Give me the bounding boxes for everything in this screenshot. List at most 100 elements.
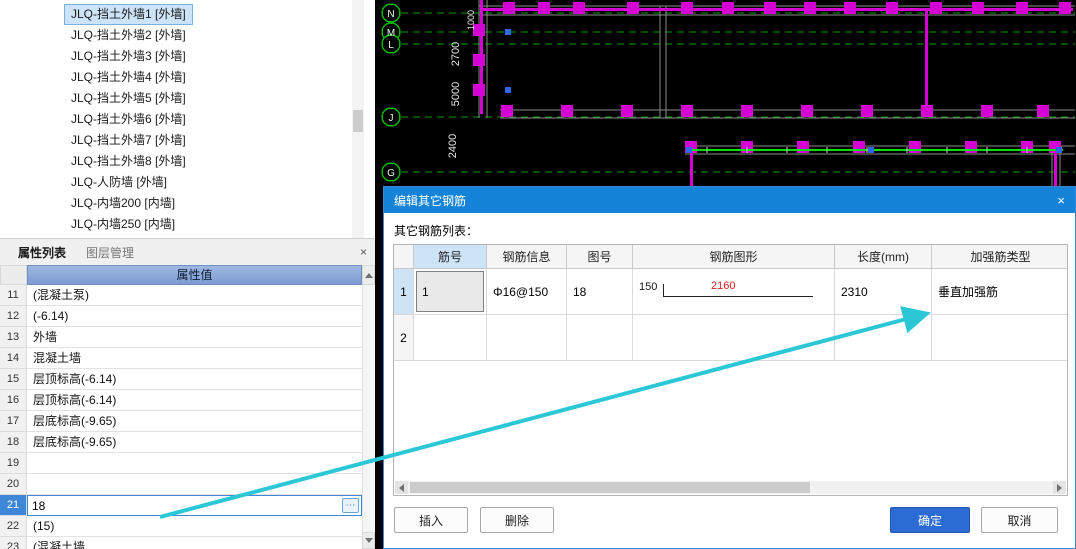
scroll-down-button[interactable] [362, 532, 375, 549]
row-number[interactable]: 11 [0, 285, 27, 306]
property-value-cell[interactable]: 层顶标高(-6.14) [27, 369, 362, 390]
property-row-16: 16 层顶标高(-6.14) [0, 390, 362, 411]
axis-label-j: J [389, 113, 394, 124]
tree-item-wall-4[interactable]: JLQ-挡土外墙4 [外墙] [64, 67, 193, 88]
row-number[interactable]: 18 [0, 432, 27, 453]
row-number[interactable]: 17 [0, 411, 27, 432]
property-value-cell[interactable]: (-6.14) [27, 306, 362, 327]
tree-item-wall-6[interactable]: JLQ-挡土外墙6 [外墙] [64, 109, 193, 130]
property-row-22: 22 (15) [0, 516, 362, 537]
dimension-1000: 1000 [466, 10, 476, 30]
rebar-list-label: 其它钢筋列表： [394, 224, 479, 238]
property-header-corner [0, 265, 27, 285]
tree-scrollbar-thumb[interactable] [353, 110, 363, 132]
tab-layer-management[interactable]: 图层管理 [76, 241, 144, 264]
scroll-left-button[interactable] [395, 481, 408, 494]
figure-no-cell[interactable] [567, 315, 633, 361]
property-row-18: 18 层底标高(-9.65) [0, 432, 362, 453]
reinforce-type-cell[interactable]: 垂直加强筋 [932, 269, 1067, 315]
row-number[interactable]: 15 [0, 369, 27, 390]
property-value-cell[interactable]: 混凝土墙 [27, 348, 362, 369]
bar-no-cell[interactable]: 1 [414, 269, 487, 315]
scroll-right-button[interactable] [1053, 481, 1066, 494]
col-header-bar-no[interactable]: 筋号 [414, 245, 487, 269]
bar-no-value[interactable]: 1 [416, 271, 484, 312]
property-rows: 11 (混凝土泵) 12 (-6.14) 13 外墙 14 混凝土墙 15 层顶… [0, 285, 362, 549]
col-header-rebar-info[interactable]: 钢筋信息 [487, 245, 567, 269]
row-number[interactable]: 16 [0, 390, 27, 411]
row-number[interactable]: 23 [0, 537, 27, 549]
row-selector[interactable]: 1 [394, 269, 414, 315]
ok-button[interactable]: 确定 [890, 507, 970, 533]
property-row-12: 12 (-6.14) [0, 306, 362, 327]
shape-tick-line [663, 284, 664, 296]
delete-button[interactable]: 删除 [480, 507, 554, 533]
col-header-reinforcement-type[interactable]: 加强筋类型 [932, 245, 1067, 269]
property-value-cell[interactable]: 层顶标高(-6.14) [27, 390, 362, 411]
tree-item-wall-9[interactable]: JLQ-人防墙 [外墙] [64, 172, 174, 193]
col-header-rebar-shape[interactable]: 钢筋图形 [633, 245, 835, 269]
property-row-21: 21 ⋯ [0, 495, 362, 516]
row-selector-header[interactable] [394, 245, 414, 269]
row-number-active[interactable]: 21 [0, 495, 27, 516]
property-row-20: 20 [0, 474, 362, 495]
tree-item-wall-8[interactable]: JLQ-挡土外墙8 [外墙] [64, 151, 193, 172]
rebar-info-cell[interactable]: Φ16@150 [487, 269, 567, 315]
horizontal-scrollbar[interactable] [395, 481, 1066, 494]
dimension-2400: 2400 [447, 134, 459, 158]
right-arrow-icon [1057, 483, 1062, 492]
property-value-cell[interactable]: (混凝土墙 [27, 537, 362, 549]
rebar-info-cell[interactable] [487, 315, 567, 361]
row-number[interactable]: 19 [0, 453, 27, 474]
row-number[interactable]: 20 [0, 474, 27, 495]
dialog-close-icon[interactable]: × [1057, 193, 1065, 208]
tree-item-wall-1[interactable]: JLQ-挡土外墙1 [外墙] [64, 4, 193, 25]
reinforce-type-cell[interactable] [932, 315, 1067, 361]
property-value-cell[interactable]: 层底标高(-9.65) [27, 411, 362, 432]
col-header-length[interactable]: 长度(mm) [835, 245, 932, 269]
dialog-title: 编辑其它钢筋 [394, 193, 467, 208]
property-row-17: 17 层底标高(-9.65) [0, 411, 362, 432]
property-value-cell[interactable] [27, 474, 362, 495]
up-arrow-icon [364, 272, 373, 278]
tree-item-wall-11[interactable]: JLQ-内墙250 [内墙] [64, 214, 182, 235]
tree-item-wall-7[interactable]: JLQ-挡土外墙7 [外墙] [64, 130, 193, 151]
row-selector[interactable]: 2 [394, 315, 414, 361]
tree-item-wall-5[interactable]: JLQ-挡土外墙5 [外墙] [64, 88, 193, 109]
scrollbar-thumb[interactable] [410, 482, 810, 493]
insert-button[interactable]: 插入 [394, 507, 468, 533]
tree-item-wall-2[interactable]: JLQ-挡土外墙2 [外墙] [64, 25, 193, 46]
length-cell[interactable]: 2310 [835, 269, 932, 315]
property-panel-close-icon[interactable]: × [360, 245, 367, 259]
length-cell[interactable] [835, 315, 932, 361]
row-number[interactable]: 14 [0, 348, 27, 369]
cancel-button[interactable]: 取消 [981, 507, 1058, 533]
tree-scrollbar[interactable] [352, 0, 364, 238]
figure-no-cell[interactable]: 18 [567, 269, 633, 315]
tree-item-wall-3[interactable]: JLQ-挡土外墙3 [外墙] [64, 46, 193, 67]
tree-item-wall-10[interactable]: JLQ-内墙200 [内墙] [64, 193, 182, 214]
bar-no-cell[interactable] [414, 315, 487, 361]
axis-label-n: N [387, 9, 394, 20]
scroll-up-button[interactable] [362, 265, 375, 285]
property-value-cell[interactable]: 外墙 [27, 327, 362, 348]
shape-dim-left: 150 [639, 281, 658, 293]
row-number[interactable]: 22 [0, 516, 27, 537]
ellipsis-button[interactable]: ⋯ [342, 498, 359, 513]
shape-dim-top: 2160 [711, 280, 736, 292]
rebar-row-1: 1 1 Φ16@150 18 150 2160 2310 垂直加强筋 [394, 269, 1067, 315]
row-number[interactable]: 12 [0, 306, 27, 327]
property-value-cell[interactable]: (15) [27, 516, 362, 537]
row-number[interactable]: 13 [0, 327, 27, 348]
tab-property-list[interactable]: 属性列表 [8, 241, 76, 264]
property-value-input[interactable] [28, 497, 342, 514]
property-value-cell[interactable] [27, 453, 362, 474]
property-value-cell[interactable]: (混凝土泵) [27, 285, 362, 306]
rebar-shape-cell[interactable]: 150 2160 [633, 269, 835, 315]
col-header-figure-no[interactable]: 图号 [567, 245, 633, 269]
property-scrollbar[interactable] [362, 285, 375, 534]
rebar-shape-cell[interactable] [633, 315, 835, 361]
dialog-title-bar[interactable]: 编辑其它钢筋 × [384, 187, 1075, 213]
property-value-cell[interactable]: 层底标高(-9.65) [27, 432, 362, 453]
axis-label-l: L [388, 40, 394, 51]
